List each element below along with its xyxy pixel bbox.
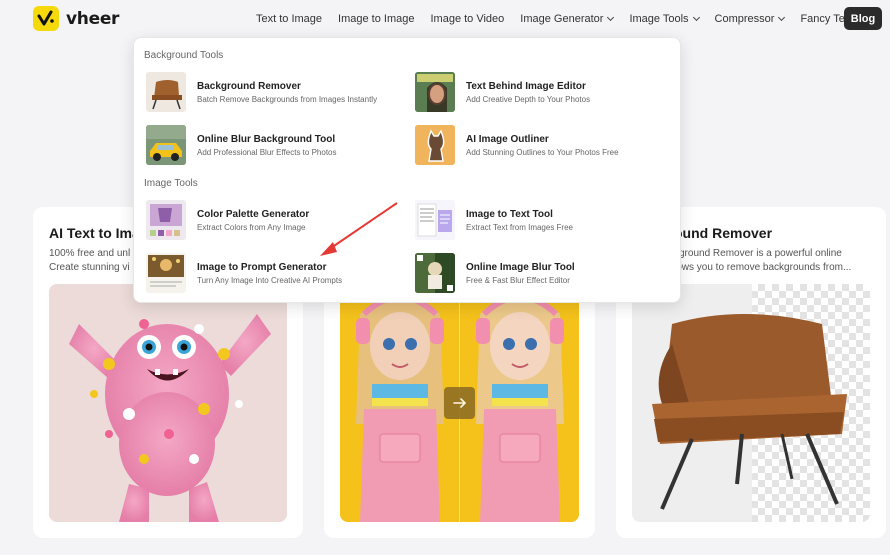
tool-image-to-text[interactable]: Image to Text Tool Extract Text from Ima… bbox=[415, 200, 573, 240]
pink-monster-image bbox=[49, 284, 287, 522]
tool-ai-image-outliner[interactable]: AI Image Outliner Add Stunning Outlines … bbox=[415, 125, 619, 165]
card-title: AI Text to Ima bbox=[49, 225, 140, 241]
tool-background-remover[interactable]: Background Remover Batch Remove Backgrou… bbox=[146, 72, 377, 112]
logo[interactable]: vheer bbox=[33, 6, 119, 31]
tool-title: Online Image Blur Tool bbox=[466, 261, 575, 273]
tool-desc: Extract Colors from Any Image bbox=[197, 222, 306, 232]
tool-title: Image to Prompt Generator bbox=[197, 261, 327, 273]
nav-image-generator[interactable]: Image Generator bbox=[512, 13, 621, 25]
card-title: ound Remover bbox=[674, 225, 773, 241]
nav-image-tools[interactable]: Image Tools bbox=[621, 13, 706, 25]
nav-image-to-video[interactable]: Image to Video bbox=[422, 13, 512, 25]
image-tools-dropdown: Background Tools Background Remover Batc… bbox=[133, 37, 681, 303]
card-desc-line1: 100% free and unl bbox=[49, 248, 131, 259]
tool-desc: Add Creative Depth to Your Photos bbox=[466, 94, 591, 104]
card-desc-line2: Create stunning vi bbox=[49, 262, 130, 273]
chair-thumbnail bbox=[146, 72, 186, 112]
chevron-down-icon bbox=[778, 13, 786, 21]
document-thumbnail bbox=[415, 200, 455, 240]
chair-image bbox=[632, 284, 870, 522]
tool-desc: Free & Fast Blur Effect Editor bbox=[466, 275, 570, 285]
nav-compressor[interactable]: Compressor bbox=[707, 13, 793, 25]
tool-title: AI Image Outliner bbox=[466, 133, 549, 145]
tool-online-image-blur[interactable]: Online Image Blur Tool Free & Fast Blur … bbox=[415, 253, 575, 293]
prompt-thumbnail bbox=[146, 253, 186, 293]
chevron-down-icon bbox=[692, 13, 700, 21]
card-desc-line1: kground Remover is a powerful online bbox=[674, 248, 842, 259]
tool-online-blur-background[interactable]: Online Blur Background Tool Add Professi… bbox=[146, 125, 336, 165]
tool-text-behind-image[interactable]: Text Behind Image Editor Add Creative De… bbox=[415, 72, 590, 112]
card-desc-line2: lows you to remove backgrounds from... bbox=[674, 262, 852, 273]
yellow-car-thumbnail bbox=[146, 125, 186, 165]
blur-thumbnail bbox=[415, 253, 455, 293]
section-image-tools: Image Tools bbox=[144, 178, 198, 189]
chevron-down-icon bbox=[607, 13, 615, 21]
palette-thumbnail bbox=[146, 200, 186, 240]
tool-desc: Extract Text from Images Free bbox=[466, 222, 573, 232]
compare-arrow-button[interactable] bbox=[444, 387, 475, 419]
tool-title: Online Blur Background Tool bbox=[197, 133, 336, 145]
tool-desc: Batch Remove Backgrounds from Images Ins… bbox=[197, 94, 378, 104]
tool-title: Color Palette Generator bbox=[197, 208, 310, 220]
brand-name: vheer bbox=[66, 8, 120, 29]
tool-image-to-prompt[interactable]: Image to Prompt Generator Turn Any Image… bbox=[146, 253, 342, 293]
arrow-right-icon bbox=[452, 398, 466, 408]
tool-title: Text Behind Image Editor bbox=[466, 80, 586, 92]
woman-text-thumbnail bbox=[415, 72, 455, 112]
nav-text-to-image[interactable]: Text to Image bbox=[248, 13, 330, 25]
main-nav: Text to Image Image to Image Image to Vi… bbox=[248, 7, 871, 30]
header: vheer Text to Image Image to Image Image… bbox=[0, 0, 890, 37]
tool-desc: Add Stunning Outlines to Your Photos Fre… bbox=[466, 147, 619, 157]
section-background-tools: Background Tools bbox=[144, 50, 224, 61]
vheer-logo-icon bbox=[33, 6, 59, 31]
nav-image-to-image[interactable]: Image to Image bbox=[330, 13, 422, 25]
tool-desc: Turn Any Image Into Creative AI Prompts bbox=[197, 275, 343, 285]
tool-title: Background Remover bbox=[197, 80, 301, 92]
cat-outline-thumbnail bbox=[415, 125, 455, 165]
blog-button[interactable]: Blog bbox=[844, 7, 882, 30]
tool-desc: Add Professional Blur Effects to Photos bbox=[197, 147, 337, 157]
tool-title: Image to Text Tool bbox=[466, 208, 553, 220]
tool-color-palette-generator[interactable]: Color Palette Generator Extract Colors f… bbox=[146, 200, 309, 240]
